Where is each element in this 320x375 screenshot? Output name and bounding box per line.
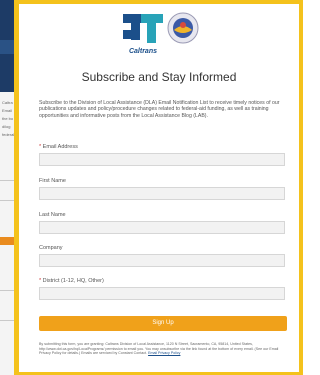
modal-description: Subscribe to the Division of Local Assis…: [39, 100, 280, 119]
sign-up-button[interactable]: Sign Up: [39, 316, 287, 331]
district-field[interactable]: [39, 287, 285, 300]
company-field[interactable]: [39, 254, 285, 267]
modal-title: Subscribe and Stay Informed: [81, 70, 237, 84]
last-name-field[interactable]: [39, 221, 285, 234]
privacy-policy-link[interactable]: Email Privacy Policy: [148, 351, 180, 355]
background-text-line: Email: [2, 108, 13, 113]
last-name-label: Last Name: [39, 212, 66, 218]
consent-footer: By submitting this form, you are grantin…: [39, 342, 289, 356]
first-name-label: First Name: [39, 178, 66, 184]
first-name-field[interactable]: [39, 187, 285, 200]
caltrans-logo-icon: [123, 14, 163, 43]
company-label: Company: [39, 245, 63, 251]
background-text-line: dilog: [2, 124, 11, 129]
background-text-line: the bo: [2, 116, 14, 121]
seal-icon: [167, 12, 199, 44]
background-text-line: Caltra: [2, 100, 13, 105]
email-label: * Email Address: [39, 144, 78, 150]
district-label: * District (1-12, HQ, Other): [39, 278, 104, 284]
logo-area: Caltrans: [19, 4, 299, 68]
email-field[interactable]: [39, 153, 285, 166]
caltrans-wordmark: Caltrans: [128, 48, 157, 55]
background-orange-tab: [0, 237, 14, 245]
subscribe-modal: Caltrans Subscribe and Stay Informed Sub…: [19, 4, 299, 372]
